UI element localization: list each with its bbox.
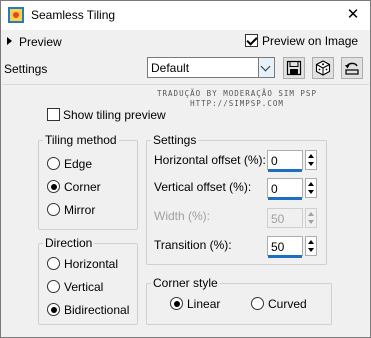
preview-on-image-checkbox[interactable] (245, 34, 258, 47)
spin-down-icon[interactable] (308, 162, 314, 166)
spin-down-icon (308, 220, 314, 224)
app-icon (8, 7, 24, 23)
window-title: Seamless Tiling (31, 8, 116, 22)
settings-label: Settings (4, 62, 48, 76)
watermark-line-1: TRADUÇÃO BY MODERAÇÃO SIM PSP (157, 89, 317, 98)
vertical-offset-stepper[interactable] (305, 178, 317, 198)
horizontal-offset-slider[interactable] (268, 169, 302, 172)
show-tiling-preview-checkbox[interactable] (47, 108, 60, 121)
horizontal-offset-input[interactable]: 0 (267, 150, 303, 172)
preview-on-image-label: Preview on Image (262, 34, 359, 48)
width-input: 50 (267, 208, 303, 228)
corner-linear-label: Linear (187, 297, 221, 311)
direction-bidirectional-label: Bidirectional (64, 303, 130, 317)
corner-style-title: Corner style (151, 276, 220, 290)
direction-vertical-label: Vertical (64, 280, 104, 294)
spin-up-icon[interactable] (308, 154, 314, 158)
horizontal-offset-label: Horizontal offset (%): (154, 153, 266, 167)
spin-up-icon (308, 212, 314, 216)
floppy-disk-icon (286, 60, 302, 76)
direction-title: Direction (43, 236, 95, 250)
preset-dropdown[interactable]: Default (147, 57, 275, 78)
preview-toggle-label: Preview (19, 35, 62, 49)
direction-bidirectional-radio[interactable] (47, 303, 60, 316)
vertical-offset-input[interactable]: 0 (267, 178, 303, 200)
width-label: Width (%): (154, 209, 211, 223)
direction-vertical-radio[interactable] (47, 280, 60, 293)
title-bar: Seamless Tiling ✕ (1, 1, 370, 30)
preset-value: Default (151, 61, 190, 75)
spin-down-icon[interactable] (308, 190, 314, 194)
horizontal-offset-stepper[interactable] (305, 150, 317, 170)
watermark-text: TRADUÇÃO BY MODERAÇÃO SIM PSP HTTP://SIM… (147, 89, 327, 109)
width-spinner: 50 (267, 208, 317, 228)
randomize-button[interactable] (312, 57, 334, 79)
vertical-offset-slider[interactable] (268, 197, 302, 200)
expand-arrow-icon (7, 37, 12, 45)
show-tiling-preview-label: Show tiling preview (63, 108, 166, 122)
spin-up-icon[interactable] (308, 182, 314, 186)
direction-group: Direction Horizontal Vertical Bidirectio… (38, 236, 138, 325)
vertical-offset-label: Vertical offset (%): (154, 180, 252, 194)
transition-slider[interactable] (268, 255, 302, 258)
tiling-corner-radio[interactable] (47, 180, 60, 193)
corner-curved-label: Curved (268, 297, 307, 311)
tiling-mirror-label: Mirror (64, 203, 96, 217)
corner-linear-radio[interactable] (170, 297, 183, 310)
dice-icon (315, 60, 331, 76)
reset-icon (345, 62, 359, 75)
settings-group: Settings Horizontal offset (%): 0 Vertic… (146, 133, 327, 265)
horizontal-offset-spinner[interactable]: 0 (267, 150, 317, 172)
settings-group-title: Settings (151, 133, 199, 147)
tiling-corner-label: Corner (64, 180, 101, 194)
vertical-offset-spinner[interactable]: 0 (267, 178, 317, 200)
tiling-method-group: Tiling method Edge Corner Mirror (38, 133, 138, 230)
vertical-offset-value: 0 (271, 182, 278, 196)
transition-stepper[interactable] (305, 236, 317, 256)
watermark-line-2: HTTP://SIMPSP.COM (190, 99, 284, 108)
close-button[interactable]: ✕ (336, 1, 370, 30)
chevron-down-icon[interactable] (258, 58, 274, 77)
save-preset-button[interactable] (283, 57, 305, 79)
width-value: 50 (271, 212, 285, 226)
tiling-method-title: Tiling method (43, 133, 119, 147)
tiling-edge-radio[interactable] (47, 157, 60, 170)
reset-defaults-button[interactable] (341, 57, 363, 79)
transition-value: 50 (271, 240, 285, 254)
direction-horizontal-radio[interactable] (47, 257, 60, 270)
width-stepper (305, 208, 317, 228)
transition-spinner[interactable]: 50 (267, 236, 317, 258)
tiling-edge-label: Edge (64, 157, 93, 171)
transition-input[interactable]: 50 (267, 236, 303, 258)
corner-style-group: Corner style Linear Curved (146, 276, 332, 325)
tiling-mirror-radio[interactable] (47, 203, 60, 216)
transition-label: Transition (%): (154, 238, 232, 252)
horizontal-offset-value: 0 (271, 154, 278, 168)
close-icon: ✕ (346, 6, 360, 23)
corner-curved-radio[interactable] (251, 297, 264, 310)
spin-up-icon[interactable] (308, 240, 314, 244)
spin-down-icon[interactable] (308, 248, 314, 252)
dialog-window: Seamless Tiling ✕ Preview Preview on Ima… (0, 0, 371, 338)
direction-horizontal-label: Horizontal (64, 257, 119, 271)
